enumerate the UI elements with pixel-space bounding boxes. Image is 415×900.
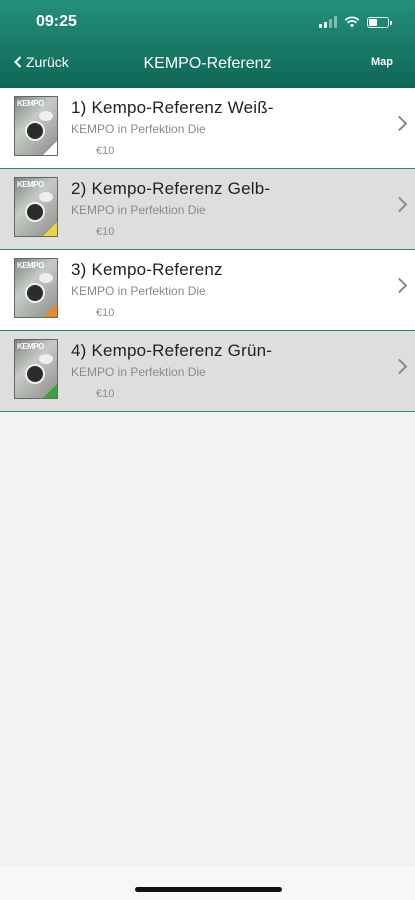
status-icons xyxy=(319,15,392,29)
product-thumbnail: KEMPO xyxy=(14,177,58,237)
item-subtitle: KEMPO in Perfektion Die xyxy=(71,122,206,136)
item-subtitle: KEMPO in Perfektion Die xyxy=(71,203,206,217)
chevron-right-icon xyxy=(391,196,408,213)
thumbnail-text: KEMPO xyxy=(17,342,44,351)
chevron-right-icon xyxy=(391,115,408,132)
item-price: €10 xyxy=(96,226,115,238)
wifi-icon xyxy=(344,16,360,28)
item-title: 4) Kempo-Referenz Grün- xyxy=(71,341,273,360)
product-thumbnail: KEMPO xyxy=(14,258,58,318)
item-title: 1) Kempo-Referenz Weiß- xyxy=(71,98,274,117)
chevron-right-icon xyxy=(391,358,408,375)
item-title: 2) Kempo-Referenz Gelb- xyxy=(71,179,271,198)
product-list: KEMPO 1) Kempo-Referenz Weiß- KEMPO in P… xyxy=(0,88,415,412)
chevron-right-icon xyxy=(391,277,408,294)
navigation-bar: Zurück KEMPO-Referenz Map xyxy=(0,44,415,88)
page-title: KEMPO-Referenz xyxy=(143,55,272,72)
product-thumbnail: KEMPO xyxy=(14,339,58,399)
app-header: 09:25 Zurück KEMPO-Referenz Map xyxy=(0,0,415,88)
bottom-safe-area xyxy=(0,866,415,900)
status-time: 09:25 xyxy=(36,13,77,30)
thumbnail-text: KEMPO xyxy=(17,261,44,270)
product-thumbnail: KEMPO xyxy=(14,96,58,156)
list-item[interactable]: KEMPO 4) Kempo-Referenz Grün- KEMPO in P… xyxy=(0,331,415,412)
item-price: €10 xyxy=(96,307,115,319)
item-price: €10 xyxy=(96,388,115,400)
belt-color-marker xyxy=(43,303,57,317)
belt-color-marker xyxy=(43,384,57,398)
belt-color-marker xyxy=(43,222,57,236)
cellular-signal-icon xyxy=(319,16,337,28)
item-subtitle: KEMPO in Perfektion Die xyxy=(71,365,206,379)
item-title: 3) Kempo-Referenz xyxy=(71,260,223,279)
thumbnail-text: KEMPO xyxy=(17,180,44,189)
list-item[interactable]: KEMPO 3) Kempo-Referenz KEMPO in Perfekt… xyxy=(0,250,415,331)
status-bar: 09:25 xyxy=(0,0,415,44)
list-item[interactable]: KEMPO 2) Kempo-Referenz Gelb- KEMPO in P… xyxy=(0,169,415,250)
list-item[interactable]: KEMPO 1) Kempo-Referenz Weiß- KEMPO in P… xyxy=(0,88,415,169)
map-button[interactable]: Map xyxy=(371,56,393,68)
battery-icon xyxy=(367,16,392,28)
item-subtitle: KEMPO in Perfektion Die xyxy=(71,284,206,298)
thumbnail-text: KEMPO xyxy=(17,99,44,108)
home-indicator[interactable] xyxy=(135,887,282,892)
belt-color-marker xyxy=(43,141,57,155)
item-price: €10 xyxy=(96,145,115,157)
